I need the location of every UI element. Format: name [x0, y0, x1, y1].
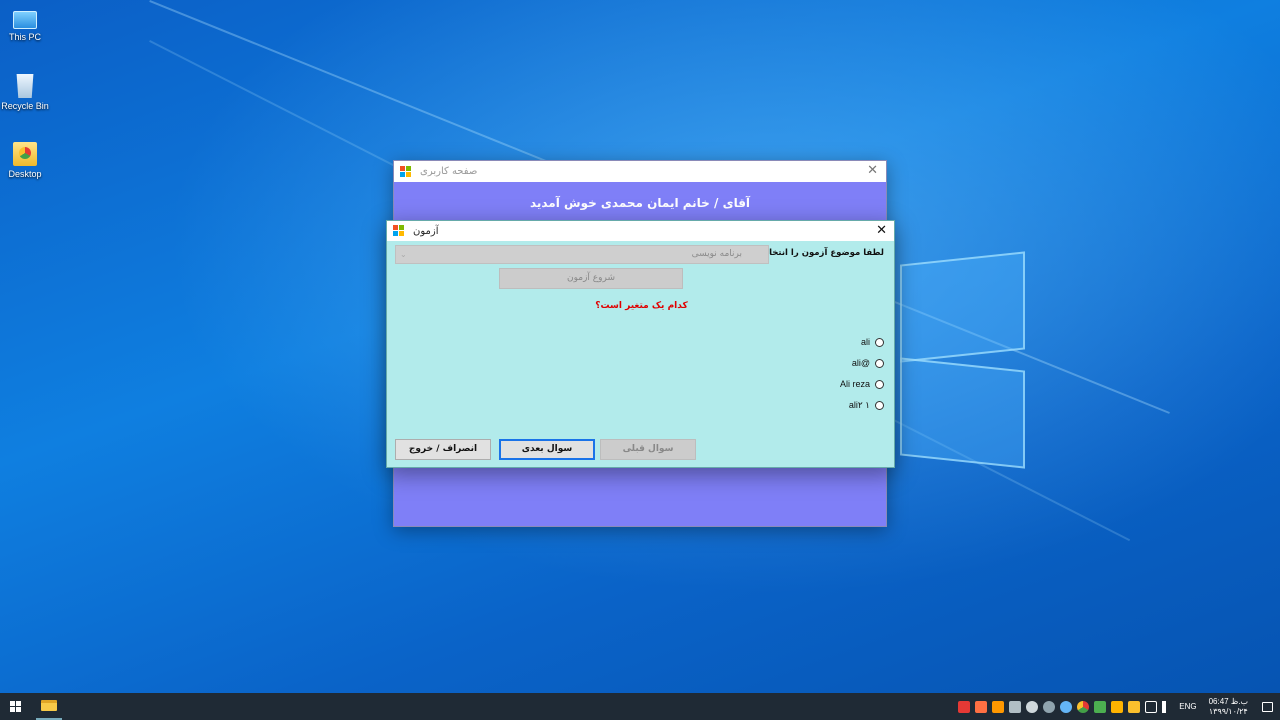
folder-icon — [41, 700, 57, 711]
radio-button[interactable] — [875, 401, 884, 410]
folder-icon[interactable] — [1127, 700, 1140, 713]
notification-icon — [1261, 701, 1273, 712]
user-window-titlebar[interactable]: صفحه کاربری ✕ — [394, 161, 886, 182]
option-4[interactable]: ali۲ ۱ — [849, 400, 884, 411]
quiz-window: آزمون ✕ لطفا موضوع آزمون را انتخاب کنید:… — [386, 220, 895, 468]
app-red-icon[interactable] — [957, 700, 970, 713]
recycle-bin-icon — [16, 74, 34, 98]
taskbar: ENG 06:47 ب.ظ ۱۳۹۹/۱۰/۲۴ — [0, 693, 1280, 720]
start-quiz-button[interactable]: شروع آزمون — [499, 268, 683, 289]
app-icon — [393, 225, 405, 237]
computer-icon — [13, 11, 37, 29]
option-label: ali@ — [851, 358, 870, 368]
quiz-window-title: آزمون — [413, 225, 439, 237]
option-label: ali — [860, 337, 870, 347]
user-window-title: صفحه کاربری — [420, 166, 478, 177]
app-orange2-icon[interactable] — [991, 700, 1004, 713]
radio-button[interactable] — [875, 337, 884, 347]
key-icon[interactable] — [1110, 700, 1123, 713]
option-2[interactable]: ali@ — [852, 358, 884, 368]
windows-logo-wallpaper — [900, 240, 1028, 480]
question-text: کدام یک متغیر است؟ — [595, 301, 688, 311]
moon-icon[interactable] — [1025, 700, 1038, 713]
clock[interactable]: 06:47 ب.ظ ۱۳۹۹/۱۰/۲۴ — [1209, 697, 1248, 717]
globe-icon[interactable] — [1059, 700, 1072, 713]
next-question-button[interactable]: سوال بعدی — [499, 439, 595, 460]
option-3[interactable]: Ali reza — [840, 379, 884, 389]
close-icon[interactable]: ✕ — [876, 223, 887, 239]
network-icon[interactable] — [1144, 700, 1157, 713]
exit-button[interactable]: انصراف / خروج — [395, 439, 491, 460]
desktop-icon-desktop[interactable]: Desktop — [0, 142, 50, 179]
system-tray: ENG 06:47 ب.ظ ۱۳۹۹/۱۰/۲۴ — [955, 693, 1280, 720]
quiz-window-titlebar[interactable]: آزمون ✕ — [387, 221, 894, 241]
close-icon[interactable]: ✕ — [867, 163, 878, 179]
chevron-down-icon: ⌄ — [400, 250, 407, 259]
desktop-icon-label: Recycle Bin — [1, 101, 49, 111]
language-indicator[interactable]: ENG — [1179, 702, 1196, 711]
speaker-icon[interactable] — [1161, 700, 1171, 713]
radio-button[interactable] — [875, 358, 884, 368]
option-1[interactable]: ali — [861, 337, 884, 347]
radio-button[interactable] — [875, 379, 884, 389]
topic-select[interactable]: ⌄ برنامه نویسی — [395, 245, 769, 264]
search-circle-icon[interactable] — [1042, 700, 1055, 713]
start-button[interactable] — [0, 693, 32, 720]
folder-icon — [13, 142, 37, 166]
previous-question-button[interactable]: سوال قبلی — [600, 439, 696, 460]
desktop-icon-label: This PC — [8, 32, 41, 42]
option-label: Ali reza — [839, 379, 870, 389]
topic-selected-value: برنامه نویسی — [691, 249, 742, 259]
clock-time: 06:47 ب.ظ — [1208, 696, 1248, 706]
desktop-icon-label: Desktop — [8, 169, 42, 179]
app-icon — [400, 165, 412, 178]
option-label: ali۲ ۱ — [848, 400, 870, 410]
desktop-icon-this-pc[interactable]: This PC — [0, 8, 50, 42]
app-orange-icon[interactable] — [974, 700, 987, 713]
clock-date: ۱۳۹۹/۱۰/۲۴ — [1208, 706, 1248, 716]
chrome-icon[interactable] — [1076, 700, 1089, 713]
desktop-icon-recycle-bin[interactable]: Recycle Bin — [0, 74, 50, 111]
welcome-message: آقای / خانم ایمان محمدی خوش آمدید — [529, 196, 751, 210]
refresh-icon[interactable] — [1093, 700, 1106, 713]
notification-button[interactable] — [1254, 693, 1280, 720]
taskbar-file-explorer[interactable] — [36, 693, 62, 720]
pen-icon[interactable] — [1008, 700, 1021, 713]
windows-icon — [10, 700, 22, 713]
